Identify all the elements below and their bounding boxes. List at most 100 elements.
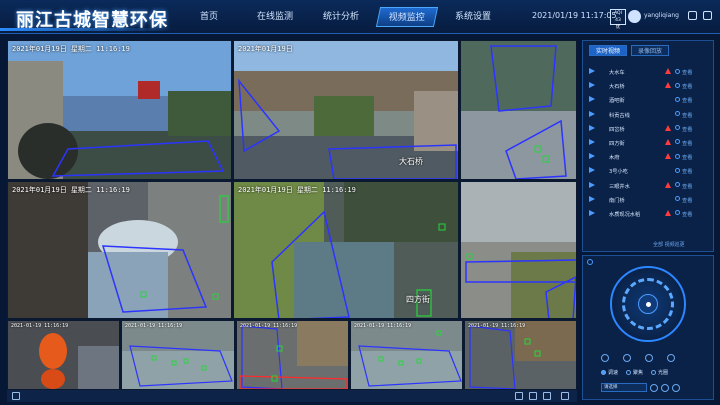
view-icon[interactable] (675, 96, 680, 102)
nav-online-monitoring[interactable]: 在线监测 (246, 7, 304, 27)
camera-location-name: 四方街 (406, 295, 430, 304)
zoom-in-icon[interactable] (601, 354, 609, 362)
view-icon[interactable] (675, 82, 680, 88)
camera-list-item[interactable]: 酒吧街 查看 (587, 93, 711, 107)
view-link[interactable]: 查看 (682, 126, 692, 133)
camera-snapshot-icon[interactable] (12, 392, 20, 400)
call-preset-icon[interactable] (672, 384, 680, 392)
logout-icon[interactable] (703, 11, 712, 20)
camera-cell-4[interactable]: 2021年01月19日 星期二 11:16:19 (7, 181, 232, 319)
ptz-zoom-controls (601, 354, 675, 362)
view-icon[interactable] (675, 139, 680, 145)
view-icon[interactable] (675, 210, 680, 216)
user-avatar-icon[interactable] (628, 10, 641, 23)
view-link[interactable]: 查看 (682, 97, 692, 104)
camera-cell-6[interactable] (460, 181, 577, 319)
camera-list-item[interactable]: 三眼井水 查看 (587, 179, 711, 193)
camera-list-name: 酒吧街 (609, 98, 625, 105)
radio-dot (626, 370, 632, 375)
radio-speed[interactable]: 调速 (601, 369, 618, 376)
camera-cell-7[interactable]: 2021-01-19 11:16:19 (7, 320, 120, 390)
camera-flag-icon (589, 153, 595, 160)
camera-feed-1 (8, 41, 231, 179)
camera-list-item[interactable]: 四方街 查看 (587, 136, 711, 150)
aqi-level: 优 (615, 25, 621, 30)
camera-cell-5[interactable]: 2021年01月19日 星期二 11:16:19 四方街 (233, 181, 459, 319)
focus-far-icon[interactable] (667, 354, 675, 362)
layout-grid-icon[interactable] (529, 392, 537, 400)
view-icon[interactable] (675, 125, 680, 131)
camera-list: 大水车 查看 大石桥 查看 酒吧街 查看 科贡古线 查看 四岔桥 查看 四方街 查看 木府 查看 3号小吃查… (587, 65, 711, 221)
camera-list-item[interactable]: 南门桥 查看 (587, 193, 711, 207)
camera-feed-4 (8, 182, 231, 318)
delete-preset-icon[interactable] (661, 384, 669, 392)
camera-flag-icon (589, 209, 595, 216)
view-icon[interactable] (675, 167, 680, 173)
radio-dot (651, 370, 657, 375)
view-icon[interactable] (675, 182, 680, 187)
view-link[interactable]: 查看 (682, 154, 692, 161)
camera-list-item[interactable]: 木府 查看 (587, 150, 711, 164)
ptz-center-dot (646, 302, 651, 307)
view-icon[interactable] (675, 68, 680, 74)
camera-cell-11[interactable]: 2021-01-19 11:16:19 (464, 320, 577, 390)
tab-live-video[interactable]: 实时视频 (589, 45, 627, 56)
zoom-out-icon[interactable] (623, 354, 631, 362)
ptz-preset-row: 请选择 (601, 383, 697, 393)
camera-list-item[interactable]: 科贡古线 查看 (587, 108, 711, 122)
layout-multi-icon[interactable] (543, 392, 551, 400)
aqi-value: 43 (615, 18, 621, 23)
panel-footer-links[interactable]: 全部 视频巡更 (653, 241, 685, 248)
layout-single-icon[interactable] (515, 392, 523, 400)
nav-statistics[interactable]: 统计分析 (312, 7, 370, 27)
top-header: 丽江古城智慧环保 首页 在线监测 统计分析 视频监控 系统设置 2021/01/… (0, 0, 720, 34)
camera-cell-1[interactable]: 2021年01月19日 星期二 11:16:19 (7, 40, 232, 180)
main-nav: 首页 在线监测 统计分析 视频监控 系统设置 (180, 7, 502, 27)
fullscreen-icon[interactable] (561, 392, 569, 400)
camera-cell-9[interactable]: 2021-01-19 11:16:19 (236, 320, 349, 390)
view-link[interactable]: 查看 (682, 168, 692, 175)
ptz-direction-dial[interactable] (610, 266, 686, 342)
ptz-settings-icon[interactable] (587, 259, 593, 265)
camera-cell-10[interactable]: 2021-01-19 11:16:19 (350, 320, 463, 390)
radio-aperture[interactable]: 光圈 (651, 369, 668, 376)
camera-flag-icon (589, 96, 595, 103)
nav-video-monitoring[interactable]: 视频监控 (375, 7, 439, 27)
camera-timestamp: 2021年01月19日 星期二 11:16:19 (238, 186, 356, 194)
camera-feed-9 (237, 321, 348, 389)
radio-focus[interactable]: 聚焦 (626, 369, 643, 376)
nav-home[interactable]: 首页 (180, 7, 238, 27)
view-icon[interactable] (675, 153, 680, 159)
message-icon[interactable] (688, 11, 697, 20)
view-link[interactable]: 查看 (682, 197, 692, 204)
view-link[interactable]: 查看 (682, 83, 692, 90)
camera-timestamp: 2021-01-19 11:16:19 (240, 323, 298, 329)
view-link[interactable]: 查看 (682, 211, 692, 218)
camera-list-item[interactable]: 3号小吃 查看 (587, 164, 711, 178)
add-preset-icon[interactable] (650, 384, 658, 392)
ptz-center-button[interactable] (638, 294, 658, 314)
view-icon[interactable] (675, 111, 680, 117)
camera-list-item[interactable]: 大石桥 查看 (587, 79, 711, 93)
view-link[interactable]: 查看 (682, 140, 692, 147)
nav-settings[interactable]: 系统设置 (444, 7, 502, 27)
username[interactable]: yangliqiang (644, 12, 679, 19)
camera-list-name: 四方街 (609, 140, 625, 147)
camera-location-name: 大石桥 (399, 157, 423, 166)
camera-cell-3[interactable] (460, 40, 577, 180)
preset-select[interactable]: 请选择 (601, 383, 647, 392)
view-icon[interactable] (675, 196, 680, 202)
camera-cell-2[interactable]: 2021年01月19日 大石桥 (233, 40, 459, 180)
view-link[interactable]: 查看 (682, 112, 692, 119)
view-link[interactable]: 查看 (682, 183, 692, 190)
camera-list-item[interactable]: 水质现况水稻 查看 (587, 207, 711, 221)
camera-timestamp: 2021-01-19 11:16:19 (468, 323, 526, 329)
camera-cell-8[interactable]: 2021-01-19 11:16:19 (121, 320, 235, 390)
tab-playback[interactable]: 录像回放 (631, 45, 669, 56)
camera-timestamp: 2021-01-19 11:16:19 (125, 323, 183, 329)
camera-list-item[interactable]: 四岔桥 查看 (587, 122, 711, 136)
camera-list-item[interactable]: 大水车 查看 (587, 65, 711, 79)
focus-near-icon[interactable] (645, 354, 653, 362)
panel-tabs: 实时视频 录像回放 (589, 45, 669, 56)
view-link[interactable]: 查看 (682, 69, 692, 76)
